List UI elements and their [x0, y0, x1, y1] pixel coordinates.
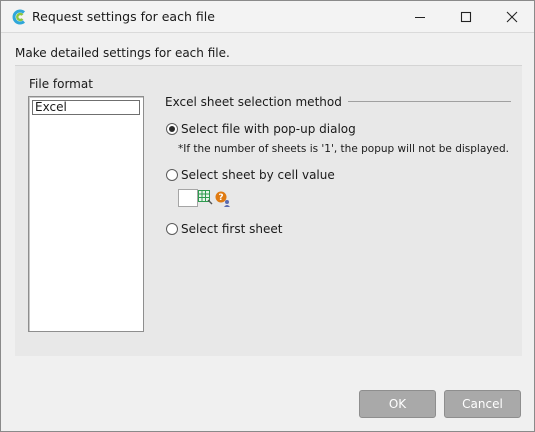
title-bar[interactable]: Request settings for each file [1, 1, 534, 33]
dialog-description: Make detailed settings for each file. [15, 46, 230, 60]
radio-popup-dialog-label[interactable]: Select file with pop-up dialog [181, 122, 356, 136]
file-format-list[interactable]: Excel [28, 96, 144, 332]
maximize-button[interactable] [443, 1, 489, 32]
question-user-icon[interactable]: ? [215, 191, 231, 210]
radio-cell-value-label[interactable]: Select sheet by cell value [181, 168, 335, 182]
svg-text:?: ? [218, 193, 223, 203]
cancel-button[interactable]: Cancel [444, 390, 521, 418]
spreadsheet-grid-icon[interactable] [198, 190, 213, 208]
group-divider [321, 101, 511, 102]
dialog-window: Request settings for each file Make deta… [0, 0, 535, 432]
radio-first-sheet-label[interactable]: Select first sheet [181, 222, 282, 236]
radio-popup-dialog[interactable] [166, 123, 178, 135]
sheet-selection-group-title: Excel sheet selection method [165, 95, 348, 109]
window-title: Request settings for each file [32, 9, 215, 24]
ok-button[interactable]: OK [359, 390, 436, 418]
list-item-excel[interactable]: Excel [32, 100, 140, 115]
close-button[interactable] [489, 1, 535, 32]
radio-first-sheet[interactable] [166, 223, 178, 235]
minimize-icon [415, 16, 425, 18]
minimize-button[interactable] [397, 1, 443, 32]
popup-note: *If the number of sheets is '1', the pop… [178, 143, 509, 155]
file-format-label: File format [29, 77, 93, 91]
cell-value-input[interactable] [178, 189, 198, 207]
maximize-icon [460, 11, 472, 22]
radio-cell-value[interactable] [166, 169, 178, 181]
close-icon [506, 11, 518, 22]
app-logo-icon [11, 9, 27, 25]
